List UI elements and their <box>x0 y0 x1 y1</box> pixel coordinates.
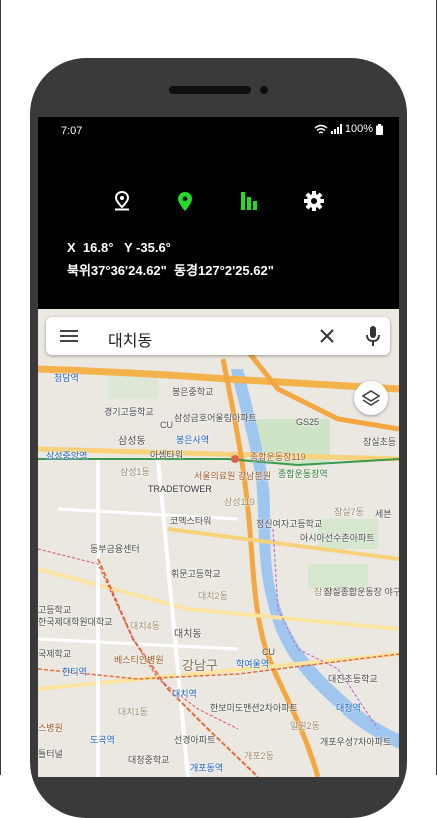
map-label[interactable]: TRADETOWER <box>148 484 212 494</box>
map-label[interactable]: 대치동 <box>174 625 202 640</box>
map-label[interactable]: CU <box>262 647 275 657</box>
map-label[interactable]: 경기고등학교 <box>104 405 154 418</box>
map-label[interactable]: 개포2동 <box>244 749 274 762</box>
map-label[interactable]: 학여울역 <box>236 657 269 670</box>
pin-outline-icon <box>114 191 130 211</box>
map-label[interactable]: 대청중학교 <box>128 753 169 766</box>
map-label[interactable]: 대진초등학교 <box>328 672 378 685</box>
map-label[interactable]: 틀터널 <box>38 747 63 760</box>
location-pin-icon <box>178 191 192 211</box>
map-label[interactable]: 잠실초등 <box>363 435 396 448</box>
map-label[interactable]: 한국제대학원대학교 <box>38 615 113 628</box>
map-label[interactable]: 일원2동 <box>290 719 320 732</box>
map-label[interactable]: 종합운동장119 <box>250 450 306 463</box>
map-label[interactable]: CU <box>160 420 173 430</box>
battery-icon <box>376 123 383 135</box>
phone-screen: 7:07 100% X 16.8° Y -35.6° 북위37°36'24.62… <box>38 117 399 777</box>
map-label[interactable]: 봉은사역 <box>176 433 209 446</box>
microphone-icon[interactable] <box>366 326 380 346</box>
map-label[interactable]: 도곡역 <box>90 733 115 746</box>
map-label[interactable]: 세븐 <box>375 507 392 520</box>
status-time: 7:07 <box>61 125 83 137</box>
map-label[interactable]: 스병원 <box>38 721 63 734</box>
clear-search-icon[interactable] <box>318 327 336 345</box>
map-label[interactable]: 대치1동 <box>118 705 148 718</box>
map-label[interactable]: 서울의료원 강남분원 <box>194 469 271 482</box>
toolbar <box>38 187 399 215</box>
map-label[interactable]: 삼성중앙역 <box>46 449 87 462</box>
map-view[interactable]: 대치동 청담역 봉은중학교 경기고등학교 삼성금호어울림아파트 GS25 잠실초… <box>38 309 399 777</box>
map-layers-button[interactable] <box>354 381 388 415</box>
pin-outline-button[interactable] <box>108 187 136 215</box>
map-label[interactable]: 봉은중학교 <box>172 385 213 398</box>
map-label[interactable]: 국제학교 <box>38 647 71 660</box>
map-label[interactable]: 대치역 <box>172 687 197 700</box>
chart-button[interactable] <box>235 187 263 215</box>
map-label[interactable]: 강남구 <box>182 655 218 674</box>
map-label[interactable]: 동부금융센터 <box>90 542 140 555</box>
map-label[interactable]: 코엑스타워 <box>170 514 211 527</box>
map-label[interactable]: GS25 <box>296 417 319 427</box>
settings-gear-icon <box>304 191 324 211</box>
map-label[interactable]: 개포동역 <box>190 761 223 774</box>
map-label[interactable]: 휘문고등학교 <box>171 567 221 580</box>
search-query[interactable]: 대치동 <box>108 327 152 351</box>
map-label[interactable]: 삼성동 <box>118 432 146 447</box>
map-label[interactable]: 잠실7동 <box>334 505 364 518</box>
map-label[interactable]: 대청역 <box>336 701 361 714</box>
search-bar[interactable]: 대치동 <box>46 317 390 355</box>
map-label[interactable]: 잠실종합운동장 야구장 <box>324 585 399 598</box>
map-label[interactable]: 정신여자고등학교 <box>256 517 322 530</box>
layers-icon <box>362 390 380 406</box>
lat-lon-readout: 북위37°36'24.62" 동경127°2'25.62" <box>67 263 274 278</box>
frame-border-left <box>0 0 1 775</box>
bar-chart-icon <box>241 192 257 210</box>
map-label[interactable]: 한티역 <box>62 665 87 678</box>
phone-camera <box>260 86 268 94</box>
map-label[interactable]: 삼성금호어울림아파트 <box>174 411 257 424</box>
hamburger-menu-icon[interactable] <box>60 328 78 344</box>
map-label[interactable]: 아시아선수촌아파트 <box>300 531 375 544</box>
map-label[interactable]: 선경아파트 <box>174 733 215 746</box>
map-label[interactable]: 삼성119 <box>224 495 255 508</box>
battery-percent: 100% <box>344 123 373 135</box>
location-button[interactable] <box>171 187 199 215</box>
xy-angle-readout: X 16.8° Y -35.6° <box>67 240 171 255</box>
wifi-icon <box>314 124 328 134</box>
map-label[interactable]: 대치2동 <box>198 589 228 602</box>
signal-icon <box>330 124 342 134</box>
map-label[interactable]: 삼성1동 <box>120 465 150 478</box>
map-label[interactable]: 종합운동장역 <box>278 467 328 480</box>
map-label[interactable]: 아셈타워 <box>150 448 183 461</box>
map-label[interactable]: 베스티안병원 <box>114 653 164 666</box>
settings-button[interactable] <box>300 187 328 215</box>
map-label[interactable]: 개포우성7차아파트 <box>320 735 391 748</box>
map-label[interactable]: 대치4동 <box>130 619 160 632</box>
map-label[interactable]: 청담역 <box>54 371 79 384</box>
phone-speaker <box>169 86 251 94</box>
status-indicators: 100% <box>314 123 383 135</box>
map-label[interactable]: 한보미도맨션2차아파트 <box>210 701 298 714</box>
